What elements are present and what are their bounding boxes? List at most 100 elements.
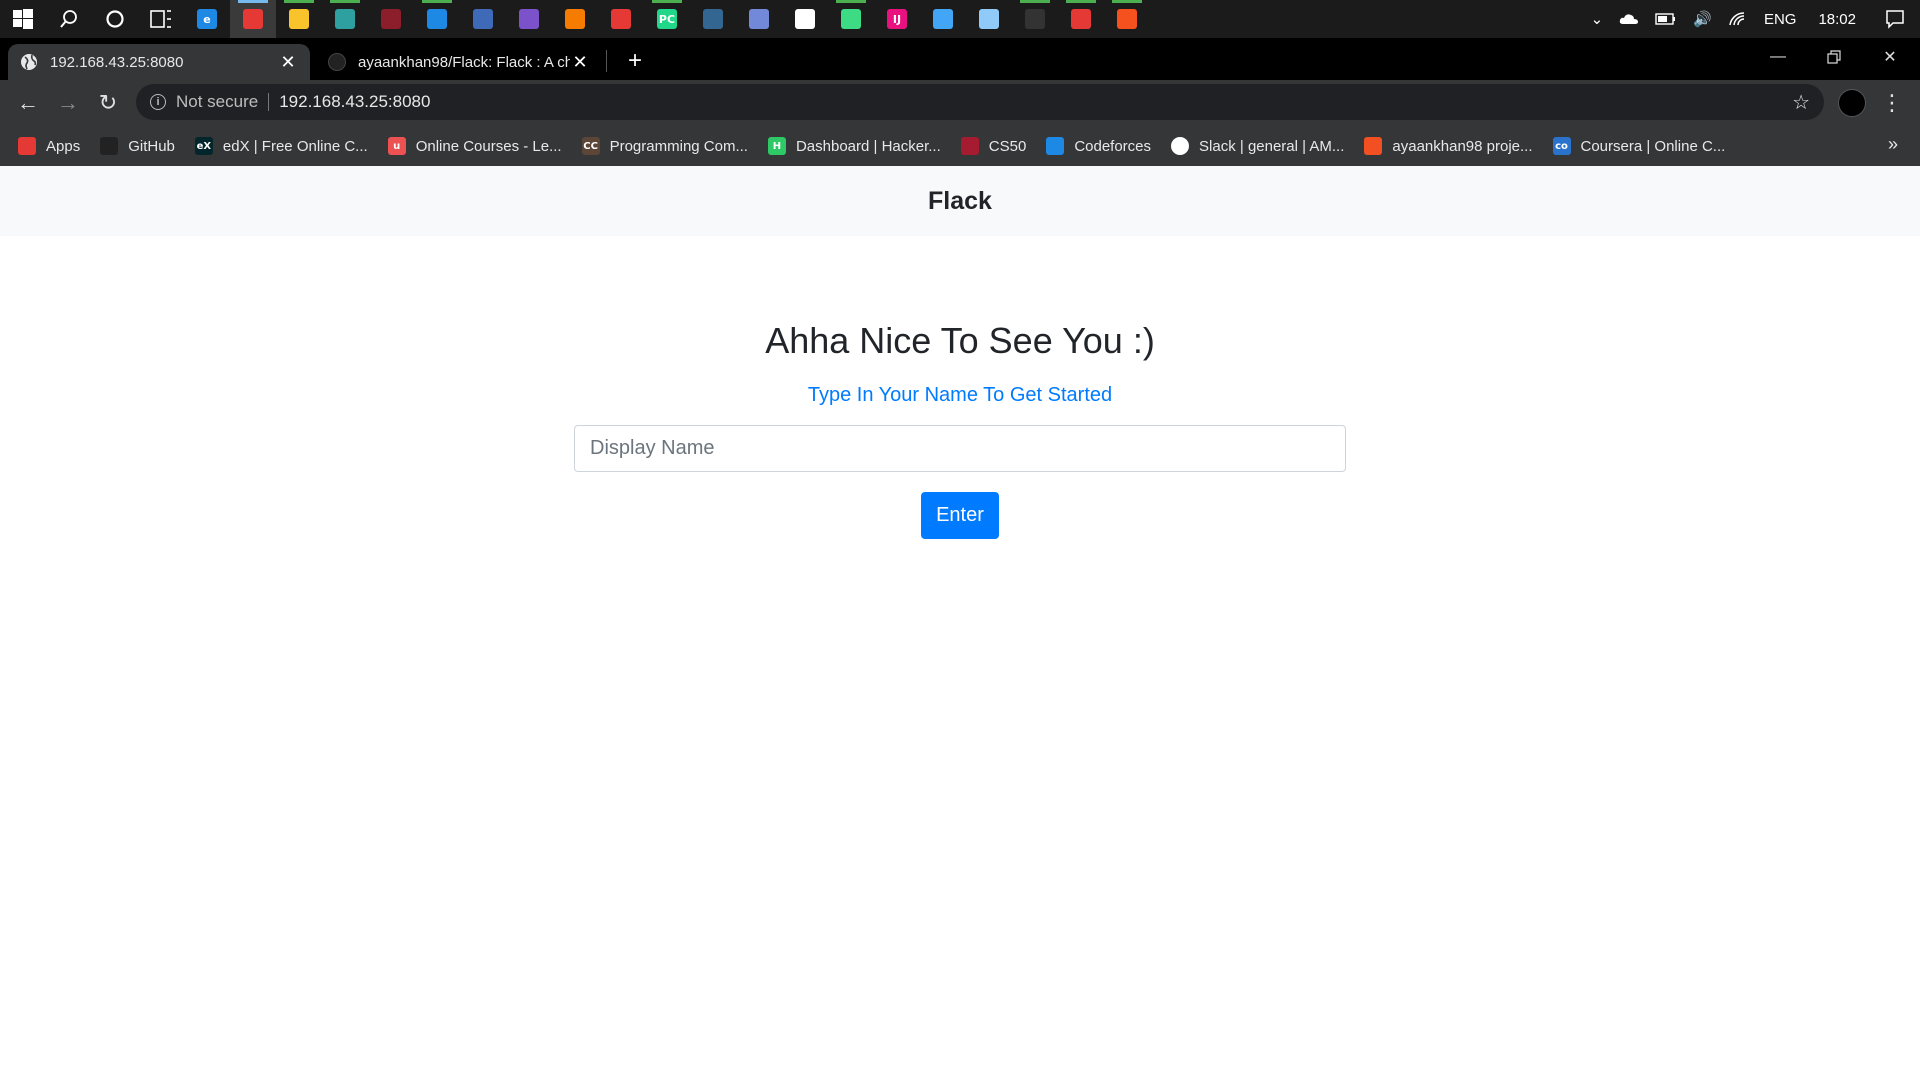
bookmark-label: Dashboard | Hacker... xyxy=(795,137,941,155)
red-app-taskbar-button[interactable] xyxy=(368,0,414,38)
start-button[interactable] xyxy=(0,0,46,38)
bookmark-label: edX | Free Online C... xyxy=(222,137,368,155)
cortana-icon xyxy=(106,10,124,28)
chrome-taskbar-button[interactable] xyxy=(230,0,276,38)
back-arrow-icon: ← xyxy=(17,90,39,115)
forward-button[interactable]: → xyxy=(48,83,88,123)
bookmark-label: ayaankhan98 proje... xyxy=(1392,137,1533,155)
udemy-icon: u xyxy=(387,137,406,155)
codeforces-icon xyxy=(1046,137,1065,155)
reload-icon: ↻ xyxy=(98,90,118,115)
bookmark-item[interactable]: H Dashboard | Hacker... xyxy=(767,137,941,155)
minimize-button[interactable]: — xyxy=(1750,38,1806,76)
pycharm-taskbar-button[interactable]: PC xyxy=(644,0,690,38)
bookmark-item[interactable]: CC Programming Com... xyxy=(581,137,748,155)
colorful-app-icon xyxy=(611,9,631,29)
slack-taskbar-button[interactable] xyxy=(782,0,828,38)
vscode-taskbar-button[interactable] xyxy=(414,0,460,38)
close-window-button[interactable]: ✕ xyxy=(1862,38,1918,76)
bookmark-list: Apps GitHub eX edX | Free Online C... u Onlin… xyxy=(18,137,1745,155)
postgres-taskbar-button[interactable] xyxy=(690,0,736,38)
windows-logo-icon xyxy=(13,9,33,29)
battery-icon[interactable] xyxy=(1647,0,1685,38)
wifi-icon[interactable] xyxy=(1720,0,1756,38)
intellij-taskbar-button[interactable]: IJ xyxy=(874,0,920,38)
bookmark-item[interactable]: CS50 xyxy=(960,137,1027,155)
bookmark-label: Apps xyxy=(46,137,81,155)
tab-github[interactable]: ayaankhan98/Flack: Flack : A chat ✕ xyxy=(316,44,602,80)
tab-close-icon[interactable]: ✕ xyxy=(570,52,590,72)
pycharm-icon: PC xyxy=(657,9,677,29)
tray-overflow-chevron-icon[interactable]: ⌄ xyxy=(1583,0,1612,38)
bookmark-item[interactable]: Slack | general | AM... xyxy=(1171,137,1344,155)
edge-icon: e xyxy=(197,9,217,29)
postgres-icon xyxy=(703,9,723,29)
back-button[interactable]: ← xyxy=(8,83,48,123)
volume-icon[interactable]: 🔊 xyxy=(1685,0,1720,38)
bookmark-item[interactable]: co Coursera | Online C... xyxy=(1552,137,1725,155)
profile-avatar[interactable] xyxy=(1838,89,1866,117)
display-name-input[interactable] xyxy=(574,425,1346,472)
codechef-icon: CC xyxy=(581,137,600,155)
remote-desktop-icon xyxy=(933,9,953,29)
cortana-button[interactable] xyxy=(92,0,138,38)
task-view-button[interactable] xyxy=(138,0,184,38)
windows-taskbar: e PC IJ ⌄ 🔊 ENG 18:02 xyxy=(0,0,1920,38)
git-kraken-icon xyxy=(335,9,355,29)
info-icon[interactable]: i xyxy=(150,94,166,110)
remote-desktop-taskbar-button[interactable] xyxy=(920,0,966,38)
android-studio-taskbar-button[interactable] xyxy=(828,0,874,38)
bookmark-star-icon[interactable]: ☆ xyxy=(1792,90,1810,115)
powershell-icon xyxy=(473,9,493,29)
bookmarks-overflow-icon[interactable]: » xyxy=(1888,134,1898,155)
tab-title: ayaankhan98/Flack: Flack : A chat xyxy=(358,53,570,71)
reload-button[interactable]: ↻ xyxy=(88,83,128,123)
colorful-app-taskbar-button[interactable] xyxy=(598,0,644,38)
restore-icon xyxy=(1827,50,1841,64)
bookmark-item[interactable]: Apps xyxy=(18,137,80,155)
url-text[interactable]: 192.168.43.25:8080 xyxy=(279,92,430,112)
virtualbox-taskbar-button[interactable] xyxy=(966,0,1012,38)
language-indicator[interactable]: ENG xyxy=(1756,0,1805,38)
discord-icon xyxy=(749,9,769,29)
git-kraken-taskbar-button[interactable] xyxy=(322,0,368,38)
bookmark-item[interactable]: GitHub xyxy=(100,137,175,155)
visual-studio-taskbar-button[interactable] xyxy=(506,0,552,38)
welcome-subheading: Type In Your Name To Get Started xyxy=(807,384,1113,406)
new-tab-button[interactable]: + xyxy=(620,46,650,76)
jupyter-taskbar-button[interactable] xyxy=(552,0,598,38)
address-bar[interactable]: i Not secure 192.168.43.25:8080 ☆ xyxy=(136,84,1824,120)
search-icon xyxy=(60,10,77,28)
enter-button[interactable]: Enter xyxy=(921,492,999,539)
bookmark-label: CS50 xyxy=(988,137,1027,155)
navbar-brand[interactable]: Flack xyxy=(928,187,992,216)
bookmark-item[interactable]: ayaankhan98 proje... xyxy=(1364,137,1533,155)
bookmark-item[interactable]: Codeforces xyxy=(1046,137,1151,155)
jupyter-icon xyxy=(565,9,585,29)
search-button[interactable] xyxy=(46,0,92,38)
acrobat-taskbar-button[interactable] xyxy=(1058,0,1104,38)
onedrive-icon[interactable] xyxy=(1611,0,1647,38)
restore-button[interactable] xyxy=(1806,38,1862,76)
security-indicator[interactable]: Not secure xyxy=(176,92,258,112)
tab-close-icon[interactable]: ✕ xyxy=(278,52,298,72)
chrome-menu-icon[interactable]: ⋮ xyxy=(1881,88,1903,118)
tab-active[interactable]: 192.168.43.25:8080 ✕ xyxy=(8,44,310,80)
action-center-button[interactable] xyxy=(1870,0,1920,38)
running-indicator xyxy=(1020,0,1050,3)
bookmark-item[interactable]: u Online Courses - Le... xyxy=(387,137,562,155)
file-explorer-taskbar-button[interactable] xyxy=(276,0,322,38)
git-taskbar-button[interactable] xyxy=(1104,0,1150,38)
bookmark-label: Codeforces xyxy=(1074,137,1152,155)
git-icon xyxy=(1117,9,1137,29)
terminal-taskbar-button[interactable] xyxy=(1012,0,1058,38)
hackerrank-icon: H xyxy=(767,137,786,155)
discord-taskbar-button[interactable] xyxy=(736,0,782,38)
edge-taskbar-button[interactable]: e xyxy=(184,0,230,38)
apps-grid-icon xyxy=(18,137,36,155)
clock[interactable]: 18:02 xyxy=(1804,0,1870,38)
running-indicator xyxy=(422,0,452,3)
powershell-taskbar-button[interactable] xyxy=(460,0,506,38)
bookmark-item[interactable]: eX edX | Free Online C... xyxy=(194,137,368,155)
tab-divider xyxy=(606,50,607,72)
